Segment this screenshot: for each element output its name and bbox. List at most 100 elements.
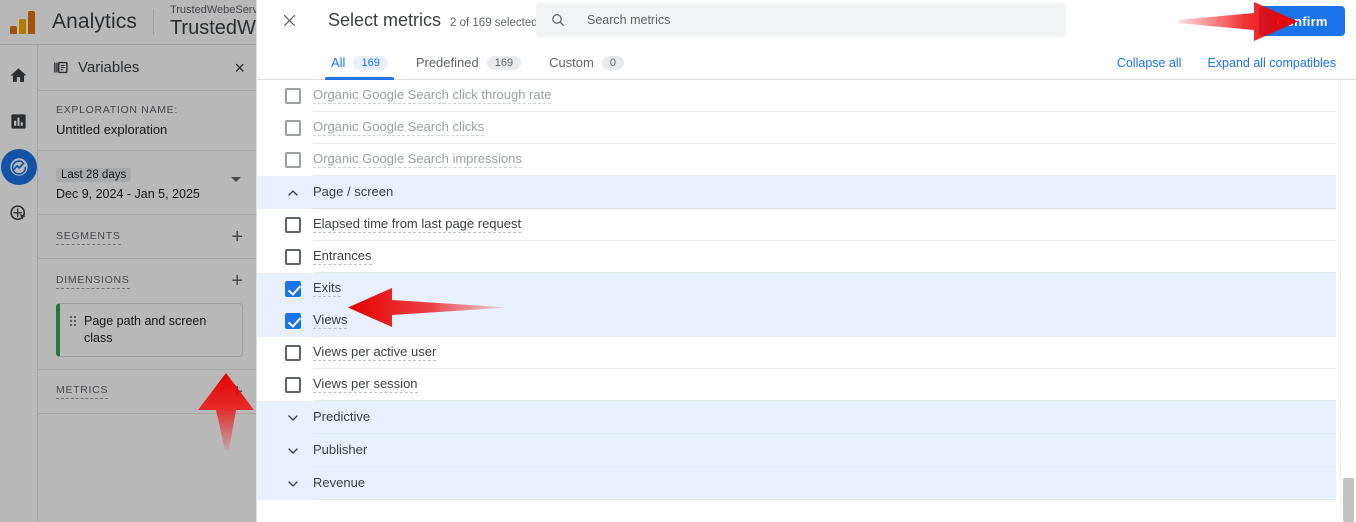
tab-custom[interactable]: Custom 0 — [535, 55, 638, 79]
metric-row[interactable]: Exits — [257, 273, 1336, 305]
modal-close-button[interactable] — [272, 4, 306, 38]
exploration-name-label: EXPLORATION NAME: — [56, 104, 178, 116]
collapse-all-link[interactable]: Collapse all — [1117, 56, 1182, 70]
checkbox-unchecked[interactable] — [285, 217, 301, 233]
sidebar-item-reports[interactable] — [1, 103, 37, 139]
checkbox-unchecked[interactable] — [285, 88, 301, 104]
modal-heading: Select metrics 2 of 169 selected — [328, 10, 538, 31]
app-brand-title: Analytics — [52, 10, 137, 33]
chevron-down-icon[interactable] — [231, 177, 241, 182]
metrics-list-scrollbar[interactable] — [1340, 80, 1356, 522]
tab-custom-badge: 0 — [601, 55, 624, 70]
search-placeholder: Search metrics — [587, 13, 671, 27]
selection-count: 2 of 169 selected — [450, 17, 538, 29]
metrics-list: Organic Google Search click through rate… — [257, 80, 1336, 522]
variables-panel: Variables × EXPLORATION NAME: Untitled e… — [38, 45, 258, 522]
add-metric-button[interactable]: + — [231, 382, 243, 402]
confirm-button-label: Confirm — [1276, 13, 1328, 29]
dimension-chip-page-path[interactable]: Page path and screen class — [56, 303, 243, 357]
select-metrics-modal: Select metrics 2 of 169 selected Search … — [256, 0, 1356, 522]
variables-panel-header: Variables × — [38, 45, 257, 91]
confirm-button[interactable]: Confirm — [1259, 6, 1345, 36]
modal-tabs: All 169 Predefined 169 Custom 0 — [317, 55, 638, 80]
variables-icon — [54, 61, 68, 74]
dimensions-section-header: DIMENSIONS + — [38, 259, 257, 295]
chevron-down-icon[interactable] — [285, 443, 301, 459]
modal-header: Select metrics 2 of 169 selected Search … — [257, 0, 1356, 41]
variables-panel-close-button[interactable]: × — [234, 59, 245, 77]
add-segment-button[interactable]: + — [231, 227, 243, 247]
metric-row-label: Elapsed time from last page request — [313, 216, 522, 234]
metric-row[interactable]: Entrances — [257, 241, 1336, 273]
metric-group-row[interactable]: Publisher — [257, 434, 1336, 467]
sidebar-item-home[interactable] — [1, 57, 37, 93]
metrics-list-scrollbar-thumb[interactable] — [1343, 478, 1354, 522]
metric-group-label: Publisher — [313, 442, 368, 458]
sidebar-item-advertising[interactable] — [1, 195, 37, 231]
checkbox-checked[interactable] — [285, 313, 301, 329]
metric-row-label: Entrances — [313, 248, 372, 266]
tab-all-label: All — [331, 55, 346, 70]
expand-all-compatibles-link[interactable]: Expand all compatibles — [1207, 56, 1336, 70]
sidebar-item-explore[interactable] — [0, 149, 37, 185]
date-range-selector[interactable]: Last 28 days Dec 9, 2024 - Jan 5, 2025 — [38, 151, 257, 215]
metric-group-label: Revenue — [313, 475, 366, 491]
exploration-name-value: Untitled exploration — [56, 122, 168, 137]
exploration-name-section[interactable]: EXPLORATION NAME: Untitled exploration — [38, 91, 257, 151]
rail-navigation — [0, 45, 38, 522]
home-icon — [10, 67, 27, 82]
reports-bar-chart-icon — [11, 113, 26, 129]
metric-group-label: Page / screen — [313, 184, 394, 200]
modal-title: Select metrics — [328, 10, 442, 30]
close-icon — [283, 14, 295, 27]
metric-group-label: Predictive — [313, 409, 371, 425]
tab-all-badge: 169 — [353, 55, 388, 70]
checkbox-unchecked[interactable] — [285, 152, 301, 168]
search-input[interactable]: Search metrics — [536, 3, 1066, 37]
tab-all[interactable]: All 169 — [317, 55, 402, 80]
dimensions-label: DIMENSIONS — [56, 274, 130, 289]
metric-row[interactable]: Organic Google Search impressions — [257, 144, 1336, 176]
metric-row[interactable]: Organic Google Search clicks — [257, 112, 1336, 144]
close-icon: × — [234, 57, 245, 78]
chevron-down-icon[interactable] — [285, 410, 301, 426]
drag-handle-icon[interactable] — [70, 316, 76, 326]
metrics-section-header: METRICS + — [38, 370, 257, 414]
checkbox-unchecked[interactable] — [285, 120, 301, 136]
chevron-down-icon[interactable] — [285, 476, 301, 492]
tab-predefined-badge: 169 — [486, 55, 522, 70]
dimension-chip-label: Page path and screen class — [84, 314, 207, 345]
checkbox-checked[interactable] — [285, 281, 301, 297]
metric-row-label: Views per active user — [313, 344, 437, 362]
explore-icon — [9, 158, 28, 176]
metric-group-row[interactable]: Revenue — [257, 467, 1336, 500]
tab-predefined[interactable]: Predefined 169 — [402, 55, 535, 79]
topbar-divider — [152, 9, 154, 35]
advertising-icon — [10, 204, 26, 220]
chevron-up-icon[interactable] — [285, 185, 301, 201]
metric-row[interactable]: Views per session — [257, 369, 1336, 401]
metrics-list-empty — [38, 414, 257, 522]
metric-row[interactable]: Views per active user — [257, 337, 1336, 369]
metric-row-label: Organic Google Search clicks — [313, 119, 485, 137]
metric-row-label: Exits — [313, 280, 342, 298]
date-range-value: Dec 9, 2024 - Jan 5, 2025 — [56, 187, 200, 201]
segments-label: SEGMENTS — [56, 230, 121, 245]
modal-tab-actions: Collapse all Expand all compatibles — [1117, 56, 1336, 70]
checkbox-unchecked[interactable] — [285, 249, 301, 265]
modal-tabs-bar: All 169 Predefined 169 Custom 0 Collapse… — [257, 41, 1356, 80]
tab-custom-label: Custom — [549, 55, 594, 70]
metric-row-label: Organic Google Search click through rate — [313, 87, 552, 105]
segments-section-header: SEGMENTS + — [38, 215, 257, 259]
add-dimension-button[interactable]: + — [231, 271, 243, 291]
metrics-label: METRICS — [56, 384, 109, 400]
date-range-chip: Last 28 days — [56, 168, 132, 182]
checkbox-unchecked[interactable] — [285, 345, 301, 361]
metric-group-row[interactable]: Predictive — [257, 401, 1336, 434]
metric-row[interactable]: Organic Google Search click through rate — [257, 80, 1336, 112]
google-analytics-logo-icon — [10, 10, 36, 34]
metric-row[interactable]: Elapsed time from last page request — [257, 209, 1336, 241]
checkbox-unchecked[interactable] — [285, 377, 301, 393]
metric-row[interactable]: Views — [257, 305, 1336, 337]
metric-group-row[interactable]: Page / screen — [257, 176, 1336, 209]
